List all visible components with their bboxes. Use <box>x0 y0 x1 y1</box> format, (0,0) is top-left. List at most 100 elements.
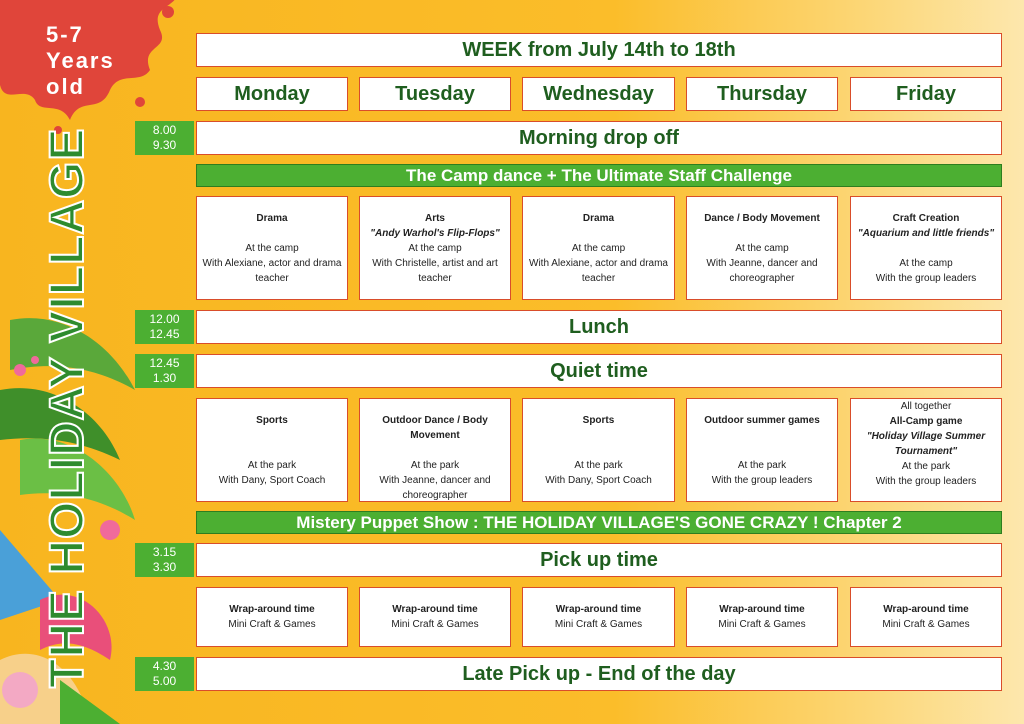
day-label: Thursday <box>716 82 808 105</box>
activity-with: With Alexiane, actor and drama teacher <box>202 258 342 284</box>
activity-place: At the camp <box>245 243 299 254</box>
activity-title: Sports <box>582 415 615 426</box>
activity-subtitle: "Aquarium and little friends" <box>857 228 995 239</box>
activity-friday-afternoon: All together All-Camp game "Holiday Vill… <box>850 398 1002 502</box>
activity-with: With the group leaders <box>875 273 977 284</box>
activity-detail: Mini Craft & Games <box>554 619 643 630</box>
day-label: Tuesday <box>395 82 475 105</box>
day-label: Wednesday <box>543 82 654 105</box>
day-header-thursday: Thursday <box>686 77 838 111</box>
time-end: 3.30 <box>152 560 177 574</box>
slot-lunch: Lunch <box>196 310 1002 344</box>
activity-title: Drama <box>582 213 615 224</box>
activity-place: At the park <box>574 460 623 471</box>
activity-place: At the camp <box>899 258 953 269</box>
activity-place: At the park <box>901 461 951 472</box>
day-header-monday: Monday <box>196 77 348 111</box>
activity-title: Wrap-around time <box>555 604 642 615</box>
time-end: 1.30 <box>152 371 177 385</box>
slot-quiet-time: Quiet time <box>196 354 1002 388</box>
activity-thursday-wrap: Wrap-around time Mini Craft & Games <box>686 587 838 647</box>
activity-with: With Dany, Sport Coach <box>218 475 326 486</box>
activity-place: At the camp <box>571 243 626 254</box>
activity-with: With Alexiane, actor and drama teacher <box>529 258 668 284</box>
time-pickup: 3.15 3.30 <box>135 543 194 577</box>
bar-label: Mistery Puppet Show : THE HOLIDAY VILLAG… <box>296 512 902 532</box>
activity-monday-wrap: Wrap-around time Mini Craft & Games <box>196 587 348 647</box>
activity-with: With the group leaders <box>711 475 813 486</box>
activity-detail: Mini Craft & Games <box>391 619 479 630</box>
activity-title: Wrap-around time <box>719 604 805 615</box>
activity-title: All-Camp game <box>889 416 963 427</box>
activity-title: Dance / Body Movement <box>704 213 820 224</box>
activity-thursday-afternoon: Outdoor summer games At the park With th… <box>686 398 838 502</box>
age-line-3: old <box>46 74 85 99</box>
activity-place: At the camp <box>735 243 789 254</box>
day-label: Monday <box>234 82 310 105</box>
activity-place: At the park <box>410 460 460 471</box>
activity-with: With Christelle, artist and art teacher <box>372 258 498 284</box>
activity-friday-morning: Craft Creation "Aquarium and little frie… <box>850 196 1002 300</box>
time-start: 12.45 <box>149 356 180 370</box>
time-end: 9.30 <box>152 138 177 152</box>
slot-pick-up-time: Pick up time <box>196 543 1002 577</box>
activity-tuesday-morning: Arts "Andy Warhol's Flip-Flops" At the c… <box>359 196 511 300</box>
slot-label: Late Pick up - End of the day <box>462 662 736 685</box>
activity-with: With Jeanne, dancer and choreographer <box>379 475 491 501</box>
activity-thursday-morning: Dance / Body Movement At the camp With J… <box>686 196 838 300</box>
activity-friday-wrap: Wrap-around time Mini Craft & Games <box>850 587 1002 647</box>
time-start: 12.00 <box>149 312 180 326</box>
day-header-wednesday: Wednesday <box>522 77 675 111</box>
activity-title: Craft Creation <box>892 213 960 224</box>
time-lunch: 12.00 12.45 <box>135 310 194 344</box>
activity-tuesday-wrap: Wrap-around time Mini Craft & Games <box>359 587 511 647</box>
day-header-tuesday: Tuesday <box>359 77 511 111</box>
activity-wednesday-morning: Drama At the camp With Alexiane, actor a… <box>522 196 675 300</box>
activity-with: With the group leaders <box>875 476 977 487</box>
activity-place: At the park <box>247 460 297 471</box>
activity-monday-afternoon: Sports At the park With Dany, Sport Coac… <box>196 398 348 502</box>
activity-title: Arts <box>424 213 445 224</box>
week-title: WEEK from July 14th to 18th <box>196 33 1002 67</box>
activity-monday-morning: Drama At the camp With Alexiane, actor a… <box>196 196 348 300</box>
activity-title: Outdoor Dance / Body Movement <box>382 415 488 441</box>
activity-place: At the park <box>737 460 787 471</box>
slot-morning-drop-off: Morning drop off <box>196 121 1002 155</box>
bar-label: The Camp dance + The Ultimate Staff Chal… <box>406 165 792 185</box>
activity-detail: Mini Craft & Games <box>228 619 316 630</box>
activity-detail: Mini Craft & Games <box>882 619 970 630</box>
puppet-show-bar: Mistery Puppet Show : THE HOLIDAY VILLAG… <box>196 511 1002 534</box>
activity-with: With Jeanne, dancer and choreographer <box>706 258 818 284</box>
activity-title: Sports <box>256 415 288 426</box>
activity-tuesday-afternoon: Outdoor Dance / Body Movement At the par… <box>359 398 511 502</box>
activity-pre: All together <box>900 401 952 412</box>
activity-title: Wrap-around time <box>229 604 315 615</box>
time-end: 12.45 <box>149 327 180 341</box>
day-label: Friday <box>895 82 957 105</box>
time-morning: 8.00 9.30 <box>135 121 194 155</box>
slot-late-pick-up: Late Pick up - End of the day <box>196 657 1002 691</box>
camp-dance-bar: The Camp dance + The Ultimate Staff Chal… <box>196 164 1002 187</box>
time-start: 4.30 <box>152 659 177 673</box>
age-line-1: 5-7 <box>46 22 84 47</box>
activity-title: Wrap-around time <box>883 604 969 615</box>
slot-label: Pick up time <box>540 548 658 571</box>
time-late: 4.30 5.00 <box>135 657 194 691</box>
activity-subtitle: "Andy Warhol's Flip-Flops" <box>370 228 500 239</box>
activity-title: Outdoor summer games <box>704 415 820 426</box>
activity-detail: Mini Craft & Games <box>718 619 806 630</box>
slot-label: Lunch <box>569 315 629 338</box>
activity-subtitle: "Holiday Village Summer Tournament" <box>866 431 986 457</box>
activity-with: With Dany, Sport Coach <box>545 475 652 486</box>
age-badge: 5-7 Years old <box>46 22 136 100</box>
activity-title: Wrap-around time <box>392 604 478 615</box>
activity-wednesday-wrap: Wrap-around time Mini Craft & Games <box>522 587 675 647</box>
slot-label: Morning drop off <box>519 126 679 149</box>
activity-place: At the camp <box>408 243 462 254</box>
week-title-text: WEEK from July 14th to 18th <box>462 38 736 61</box>
time-quiet: 12.45 1.30 <box>135 354 194 388</box>
slot-label: Quiet time <box>550 359 648 382</box>
day-header-friday: Friday <box>850 77 1002 111</box>
time-end: 5.00 <box>152 674 177 688</box>
activity-title: Drama <box>256 213 288 224</box>
